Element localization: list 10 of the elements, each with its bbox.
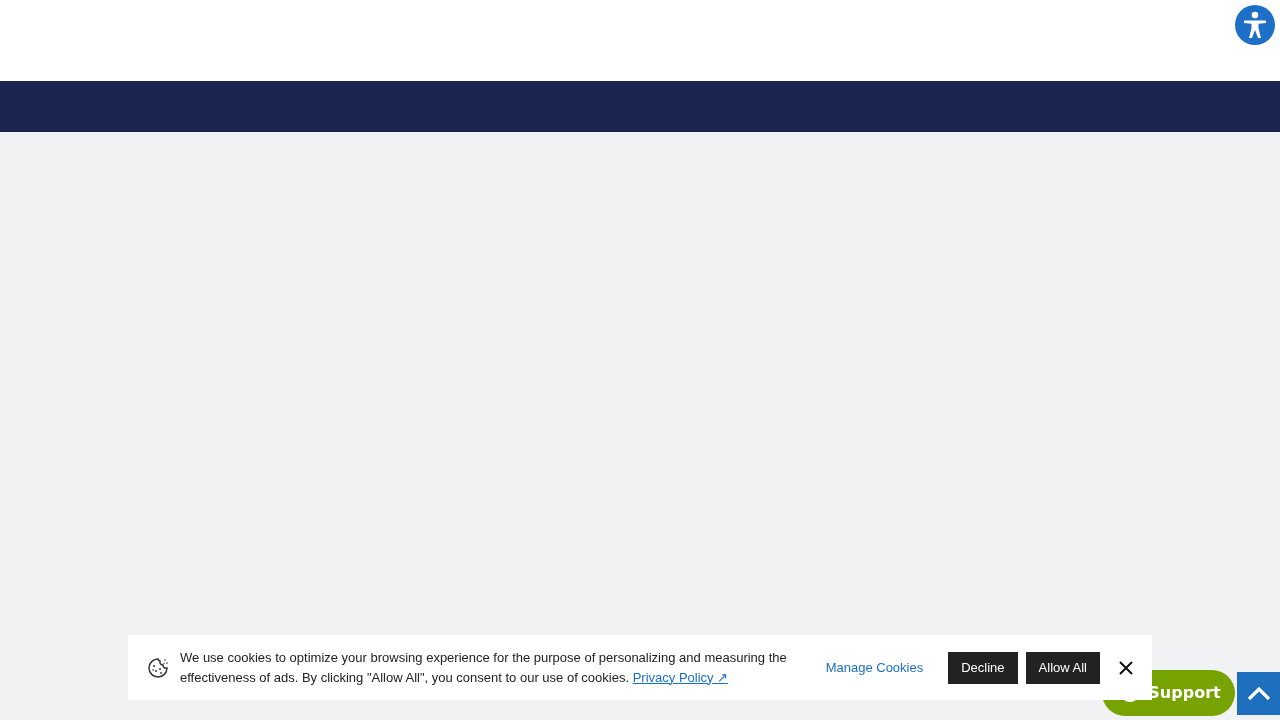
privacy-policy-link[interactable]: Privacy Policy ↗ (632, 669, 729, 685)
accessibility-person-icon (1242, 11, 1268, 39)
cookie-message: We use cookies to optimize your browsing experience for the purpose of personalizing and measuring the effectiveness of ads. By clicking "Allow All", you consent to our use of cookies. Privacy Policy ↗ (180, 648, 788, 687)
allow-all-button[interactable]: Allow All (1025, 651, 1100, 684)
manage-cookies-link[interactable]: Manage Cookies (825, 657, 924, 678)
scroll-to-top-button[interactable] (1237, 672, 1280, 715)
cookie-icon (147, 656, 169, 679)
close-icon (1119, 660, 1133, 675)
decline-button[interactable]: Decline (948, 651, 1018, 684)
chevron-up-icon (1246, 686, 1271, 701)
